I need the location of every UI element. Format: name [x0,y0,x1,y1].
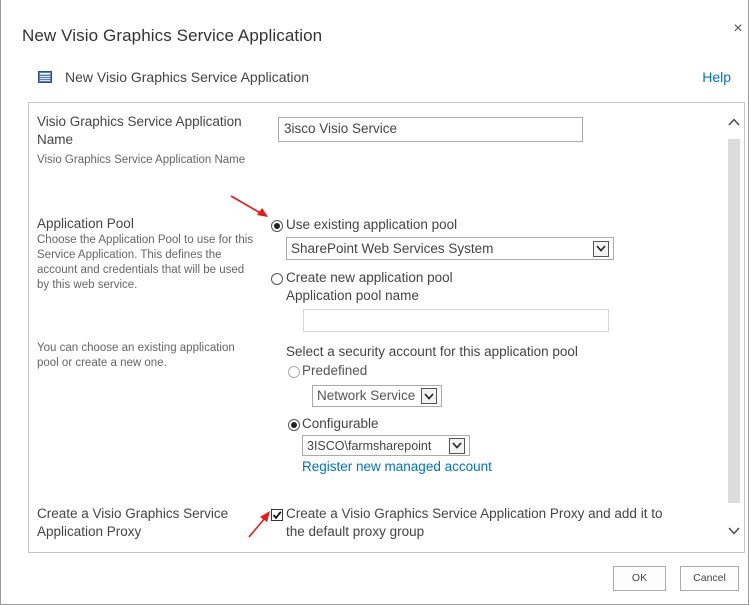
cancel-button[interactable]: Cancel [680,566,739,591]
chevron-down-icon [421,388,437,404]
use-existing-pool-label: Use existing application pool [286,217,458,232]
chevron-down-icon [449,437,465,454]
application-pool-description-2: You can choose an existing application p… [37,342,235,369]
name-section-description: Visio Graphics Service Application Name [37,154,246,166]
create-new-pool-label: Create new application pool [286,270,453,285]
help-link[interactable]: Help [702,69,731,85]
create-proxy-label-line2: the default proxy group [286,524,425,539]
subheader: New Visio Graphics Service Application [38,68,309,86]
subheader-title: New Visio Graphics Service Application [65,69,310,85]
scroll-thumb[interactable] [728,139,740,503]
scroll-down-icon[interactable] [727,524,741,538]
predefined-account-select[interactable]: Network Service [312,385,442,407]
form-panel: Visio Graphics Service Application Name … [28,102,745,553]
create-proxy-label-line1: Create a Visio Graphics Service Applicat… [286,506,663,521]
register-managed-account-link[interactable]: Register new managed account [302,459,492,474]
ok-button[interactable]: OK [613,566,666,591]
vertical-scrollbar[interactable] [725,103,744,552]
create-new-pool-radio[interactable] [271,273,283,285]
service-application-icon [38,71,52,83]
proxy-section-label: Create a Visio Graphics Service Applicat… [37,506,229,539]
service-application-name-input[interactable]: 3isco Visio Service [278,117,583,142]
predefined-radio[interactable] [288,366,300,378]
configurable-account-select[interactable]: 3ISCO\farmsharepoint [302,435,470,456]
predefined-account-select-value: Network Service [317,388,416,403]
application-pool-label: Application Pool [37,216,134,231]
application-pool-description: Choose the Application Pool to use for t… [37,234,254,291]
pool-name-input[interactable] [303,309,609,332]
configurable-label: Configurable [302,416,379,431]
security-account-label: Select a security account for this appli… [286,344,578,359]
existing-pool-select-value: SharePoint Web Services System [291,240,494,256]
scroll-up-icon[interactable] [727,115,741,129]
checkmark-icon [272,511,282,520]
dialog-title: New Visio Graphics Service Application [22,26,323,45]
existing-pool-select[interactable]: SharePoint Web Services System [286,237,614,260]
configurable-radio[interactable] [288,419,300,431]
pool-name-label: Application pool name [286,288,419,303]
create-proxy-checkbox[interactable] [271,509,283,521]
name-section-label: Visio Graphics Service Application Name [37,114,242,147]
chevron-down-icon [593,240,609,257]
configurable-account-select-value: 3ISCO\farmsharepoint [307,438,432,453]
close-icon[interactable]: × [729,20,747,38]
use-existing-pool-radio[interactable] [271,220,283,232]
predefined-label: Predefined [302,363,368,378]
